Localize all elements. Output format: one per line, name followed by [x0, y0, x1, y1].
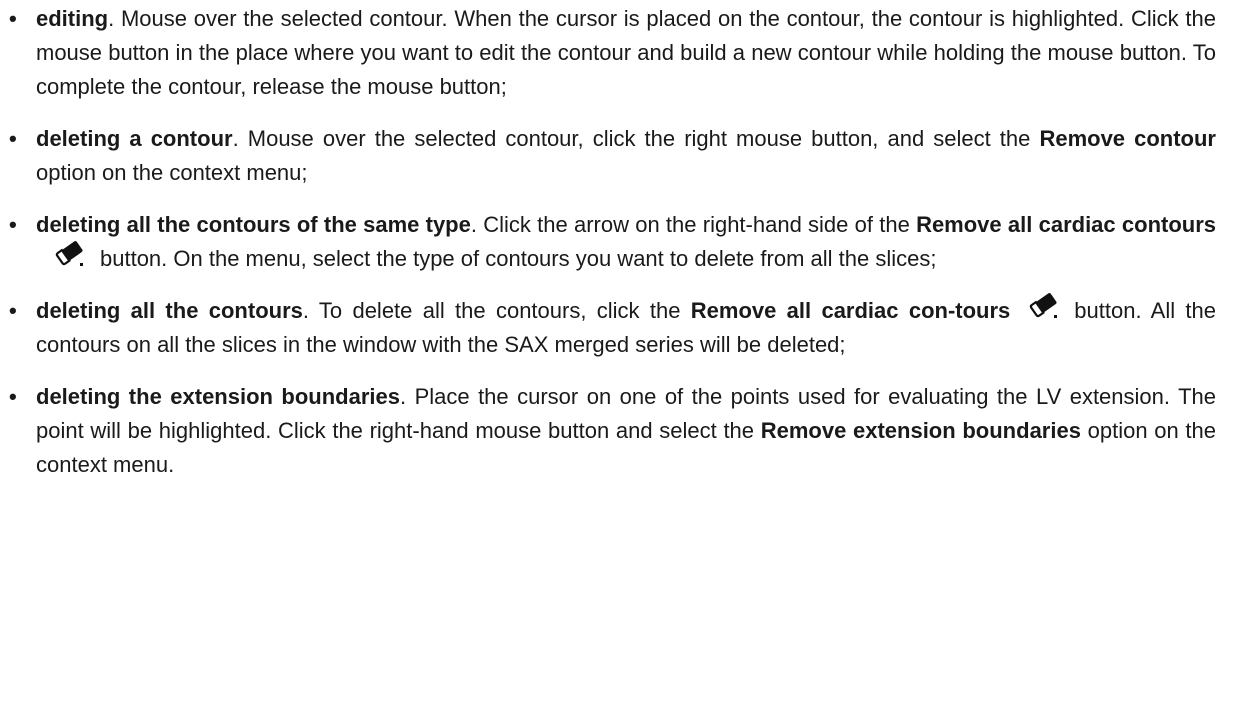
- button-name-remove-all: Remove all cardiac con-tours: [690, 298, 1011, 324]
- bullet: •: [9, 298, 17, 324]
- bullet: •: [9, 212, 17, 237]
- list-item-deleting-extension: • deleting the extension boundaries. Pla…: [0, 380, 1244, 482]
- document-page: • editing. Mouse over the selected conto…: [0, 0, 1244, 718]
- item-text: . Mouse over the selected contour. When …: [36, 6, 1216, 99]
- bullet: •: [9, 126, 17, 151]
- option-remove-contour: Remove contour: [1039, 126, 1216, 151]
- eraser-icon: [52, 236, 88, 280]
- list-item-deleting-contour: • deleting a contour. Mouse over the sel…: [0, 122, 1244, 190]
- item-text-after: option on the context menu;: [36, 160, 308, 185]
- option-remove-extension: Remove extension boundaries: [760, 418, 1081, 444]
- list-item-deleting-all: • deleting all the contours. To delete a…: [0, 293, 1244, 362]
- bullet: •: [9, 6, 17, 31]
- bullet: •: [9, 384, 17, 410]
- list-item-editing: • editing. Mouse over the selected conto…: [0, 2, 1244, 104]
- item-text: . Click the arrow on the right-hand side…: [470, 212, 917, 237]
- term-editing: editing: [36, 6, 109, 31]
- item-text: . Mouse over the selected contour, click…: [232, 126, 1040, 151]
- bullet-list: • editing. Mouse over the selected conto…: [0, 2, 1244, 482]
- eraser-icon: [1026, 288, 1062, 332]
- item-text-after: button. On the menu, select the type of …: [100, 246, 937, 271]
- item-text: . To delete all the contours, click the: [302, 298, 691, 324]
- term-deleting-same-type: deleting all the contours of the same ty…: [36, 212, 471, 237]
- term-deleting-contour: deleting a contour: [36, 126, 233, 151]
- term-deleting-all: deleting all the contours: [36, 298, 303, 324]
- term-deleting-extension: deleting the extension boundaries: [36, 384, 400, 410]
- list-item-deleting-same-type: • deleting all the contours of the same …: [0, 208, 1244, 276]
- button-name-remove-all: Remove all cardiac contours: [916, 212, 1217, 237]
